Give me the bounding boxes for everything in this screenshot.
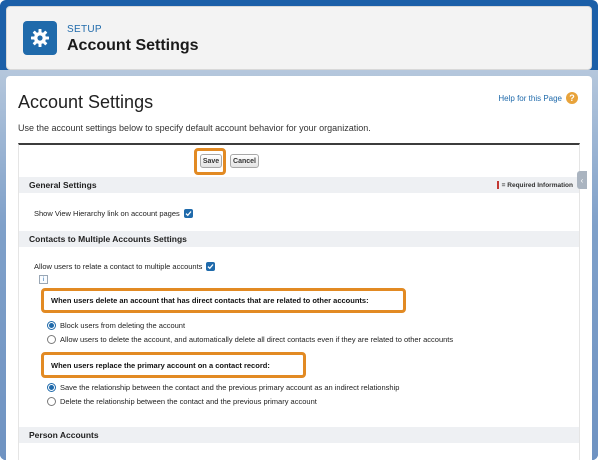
section-general-settings: General Settings = Required Information bbox=[19, 177, 579, 193]
check-icon bbox=[185, 210, 192, 216]
delete-question-box: When users delete an account that has di… bbox=[41, 288, 406, 313]
required-marker bbox=[496, 181, 499, 189]
breadcrumb-setup[interactable]: SETUP bbox=[67, 24, 102, 35]
allow-row: Allow users to relate a contact to multi… bbox=[34, 260, 216, 272]
cancel-button[interactable]: Cancel bbox=[230, 154, 259, 168]
check-icon bbox=[207, 263, 214, 269]
section-person-accounts: Person Accounts bbox=[19, 427, 579, 443]
setup-header: SETUP Account Settings bbox=[6, 6, 592, 70]
delete-option-allow[interactable]: Allow users to delete the account, and a… bbox=[47, 333, 453, 345]
header-title: Account Settings bbox=[67, 37, 199, 54]
required-info: = Required Information bbox=[496, 177, 573, 193]
delete-option-block-label[interactable]: Block users from deleting the account bbox=[60, 321, 185, 330]
replace-option-delete-label[interactable]: Delete the relationship between the cont… bbox=[60, 397, 317, 406]
save-button[interactable]: Save bbox=[200, 154, 222, 168]
replace-option-save[interactable]: Save the relationship between the contac… bbox=[47, 381, 399, 393]
settings-form: Save Cancel General Settings = Required … bbox=[18, 143, 587, 460]
collapse-tab[interactable]: ‹ bbox=[577, 171, 587, 189]
section-contacts-multiple-accounts: Contacts to Multiple Accounts Settings bbox=[19, 231, 579, 247]
hierarchy-checkbox[interactable] bbox=[183, 208, 193, 218]
replace-option-delete-radio[interactable] bbox=[47, 396, 56, 406]
delete-option-block[interactable]: Block users from deleting the account bbox=[47, 319, 185, 331]
hierarchy-row: Show View Hierarchy link on account page… bbox=[34, 207, 193, 219]
allow-checkbox[interactable] bbox=[206, 261, 216, 271]
delete-option-allow-label[interactable]: Allow users to delete the account, and a… bbox=[60, 335, 453, 344]
required-info-label: = Required Information bbox=[501, 181, 573, 189]
replace-question-box: When users replace the primary account o… bbox=[41, 352, 306, 378]
allow-label: Allow users to relate a contact to multi… bbox=[34, 261, 203, 271]
hierarchy-label: Show View Hierarchy link on account page… bbox=[34, 208, 180, 218]
replace-question: When users replace the primary account o… bbox=[51, 360, 270, 370]
delete-option-block-radio[interactable] bbox=[47, 320, 56, 330]
intro-text: Use the account settings below to specif… bbox=[18, 123, 371, 133]
delete-option-allow-radio[interactable] bbox=[47, 334, 56, 344]
replace-option-delete[interactable]: Delete the relationship between the cont… bbox=[47, 395, 317, 407]
gear-icon bbox=[23, 21, 57, 55]
question-icon[interactable]: ? bbox=[566, 92, 578, 104]
help-link[interactable]: Help for this Page ? bbox=[498, 92, 578, 104]
section-title: General Settings bbox=[29, 180, 97, 190]
info-icon[interactable]: i bbox=[39, 275, 48, 284]
replace-option-save-label[interactable]: Save the relationship between the contac… bbox=[60, 383, 399, 392]
replace-option-save-radio[interactable] bbox=[47, 382, 56, 392]
help-link-label[interactable]: Help for this Page bbox=[498, 94, 562, 103]
delete-question: When users delete an account that has di… bbox=[51, 296, 369, 305]
page-title: Account Settings bbox=[18, 92, 154, 112]
app-frame: SETUP Account Settings Account Settings … bbox=[0, 0, 598, 460]
main-panel: Account Settings Help for this Page ? Us… bbox=[6, 76, 592, 460]
section-title: Person Accounts bbox=[29, 430, 99, 440]
section-title: Contacts to Multiple Accounts Settings bbox=[29, 234, 187, 244]
